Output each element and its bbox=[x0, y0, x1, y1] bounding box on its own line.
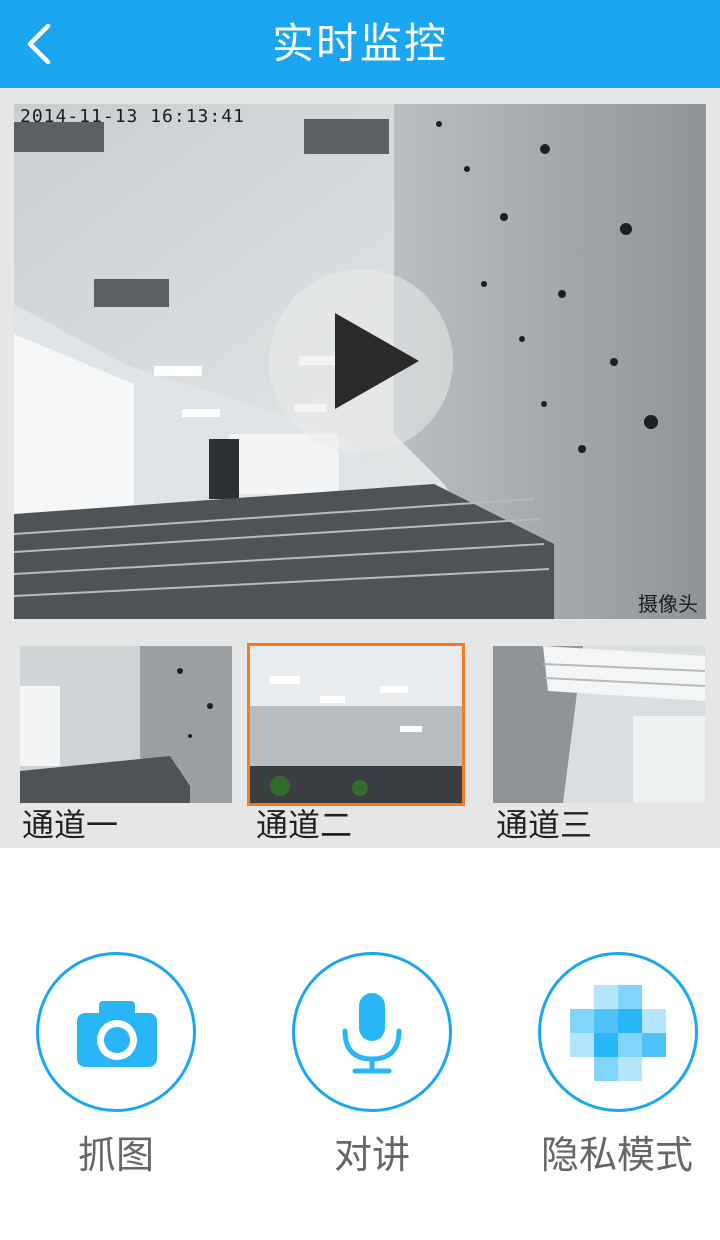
page-title: 实时监控 bbox=[271, 19, 448, 68]
intercom-button[interactable] bbox=[292, 952, 452, 1112]
camera-name-label: 摄像头 bbox=[638, 592, 698, 616]
video-panel: 2014-11-13 16:13:41 摄像头 通道一 通道二 通道三 bbox=[0, 88, 720, 848]
channel-thumbnail-1[interactable] bbox=[20, 646, 232, 803]
snapshot-label: 抓图 bbox=[77, 1133, 154, 1177]
channel-label-3: 通道三 bbox=[496, 806, 593, 844]
microphone-icon bbox=[342, 993, 402, 1074]
mosaic-icon bbox=[570, 985, 666, 1081]
play-button[interactable] bbox=[269, 269, 453, 453]
channel-2-preview-image bbox=[250, 646, 462, 803]
channel-thumbnail-2[interactable] bbox=[247, 643, 465, 806]
channel-label-2: 通道二 bbox=[256, 806, 353, 844]
channel-3-preview-image bbox=[493, 646, 705, 803]
camera-icon bbox=[77, 1001, 157, 1067]
snapshot-button[interactable] bbox=[36, 952, 196, 1112]
channel-thumbnail-3[interactable] bbox=[493, 646, 705, 803]
channel-1-preview-image bbox=[20, 646, 232, 803]
privacy-mode-button[interactable] bbox=[538, 952, 698, 1112]
channel-label-1: 通道一 bbox=[22, 806, 119, 844]
play-icon bbox=[335, 313, 419, 409]
video-timestamp: 2014-11-13 16:13:41 bbox=[20, 106, 245, 127]
main-video-feed[interactable]: 2014-11-13 16:13:41 摄像头 bbox=[14, 104, 706, 619]
intercom-label: 对讲 bbox=[333, 1133, 410, 1177]
top-bar: 实时监控 bbox=[0, 0, 720, 88]
privacy-mode-label: 隐私模式 bbox=[540, 1133, 693, 1177]
